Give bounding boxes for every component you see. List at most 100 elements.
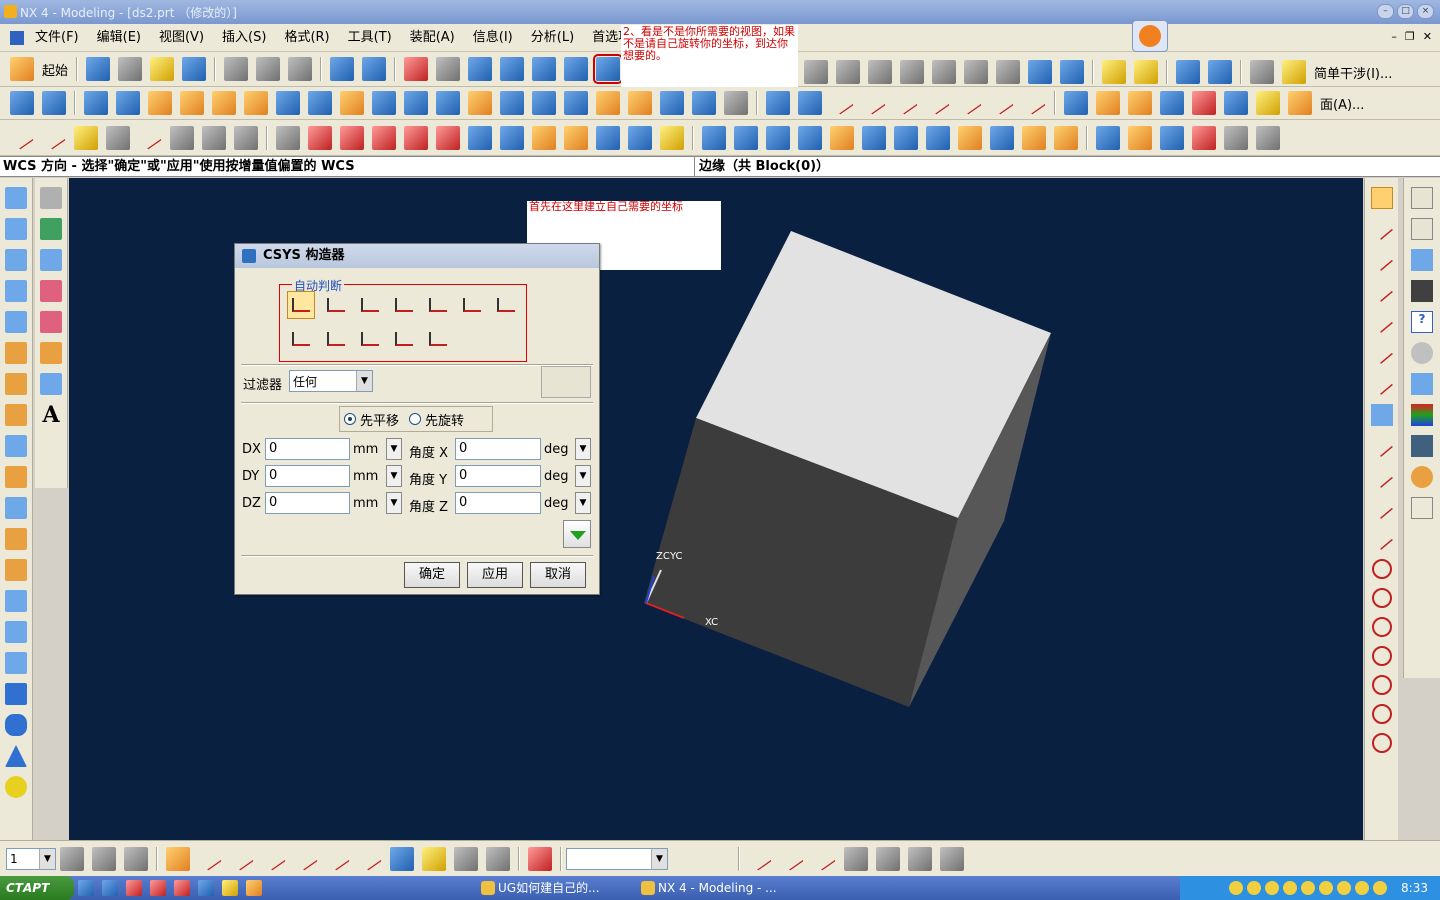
surface-icon[interactable] <box>900 60 924 84</box>
doc-minimize-icon[interactable]: – <box>1391 30 1397 43</box>
sphere-primitive-icon[interactable] <box>5 776 27 798</box>
angle-icon[interactable] <box>932 60 956 84</box>
feature-icon-9[interactable] <box>276 91 300 115</box>
menu-view[interactable]: 视图(V) <box>150 27 213 49</box>
freeform-icon-3[interactable] <box>766 125 790 150</box>
curve-icon-5[interactable] <box>894 91 918 115</box>
right-line-icon-10[interactable] <box>1370 528 1393 550</box>
feature-icon-11[interactable] <box>340 91 364 115</box>
part-navigator-icon[interactable] <box>1411 218 1433 240</box>
inferred-csys-icon[interactable] <box>287 291 315 319</box>
dz-input[interactable]: 0 <box>265 492 350 514</box>
feature-icon-6[interactable] <box>180 91 204 115</box>
feature-icon-19[interactable] <box>596 91 620 115</box>
feature-icon-22[interactable] <box>692 91 716 115</box>
clip-icon[interactable] <box>1282 60 1306 84</box>
feature-icon-4[interactable] <box>116 91 140 115</box>
doc-restore-icon[interactable]: ❐ <box>1405 30 1415 43</box>
tray-icon-7[interactable] <box>1337 881 1352 895</box>
wcs-change-x-icon[interactable] <box>294 846 318 871</box>
feature-icon-12[interactable] <box>372 91 396 115</box>
right-circle-icon-5[interactable] <box>1371 675 1392 695</box>
undo-icon[interactable] <box>288 57 313 81</box>
left2-tool-icon-4[interactable] <box>40 280 62 302</box>
quicklaunch-ie-icon[interactable] <box>78 880 94 896</box>
left-tool-icon-16[interactable] <box>5 652 27 674</box>
left-tool-icon-12[interactable] <box>5 528 27 550</box>
training-icon[interactable] <box>1411 280 1433 302</box>
wcs-save-icon[interactable] <box>390 846 414 871</box>
angle-z-dropdown-icon[interactable]: ▼ <box>575 492 591 514</box>
left-tool-icon-7[interactable] <box>5 373 27 395</box>
right-line-icon-7[interactable] <box>1370 435 1393 457</box>
curve-op-icon-8[interactable] <box>532 125 556 150</box>
surface-op-icon-4[interactable] <box>1160 91 1184 115</box>
roles-icon[interactable] <box>1411 466 1433 488</box>
left-tool-icon-10[interactable] <box>5 466 27 488</box>
curve-op-icon-11[interactable] <box>628 125 652 150</box>
surface-op-icon-2[interactable] <box>1096 91 1120 115</box>
shape-icon[interactable] <box>868 60 892 84</box>
right-line-icon-3[interactable] <box>1370 280 1393 302</box>
rotate-first-radio[interactable]: 先旋转 <box>409 410 464 429</box>
curve-icon-3[interactable] <box>830 91 854 115</box>
snap-existing-point-icon[interactable] <box>940 846 964 871</box>
pan-icon[interactable] <box>564 57 589 81</box>
translate-first-radio[interactable]: 先平移 <box>344 410 399 429</box>
start-menu-button[interactable]: СТАРТ <box>0 876 74 900</box>
minimize-icon[interactable]: – <box>1377 4 1394 19</box>
save-icon[interactable] <box>182 57 207 81</box>
absolute-csys-icon[interactable] <box>356 325 384 353</box>
assembly-icon[interactable] <box>1176 60 1200 84</box>
snap-quadrant-icon[interactable] <box>908 846 932 871</box>
surface-op-icon-1[interactable] <box>1064 91 1088 115</box>
left-tool-icon-11[interactable] <box>5 497 27 519</box>
web-browser-icon[interactable] <box>1411 249 1433 271</box>
wcs-orient-icon[interactable] <box>593 54 624 84</box>
snap-end-icon[interactable] <box>748 846 772 871</box>
curve-op-icon-7[interactable] <box>500 125 524 150</box>
tray-icon-2[interactable] <box>1247 881 1262 895</box>
freeform-icon-6[interactable] <box>862 125 886 150</box>
freeform-icon-8[interactable] <box>926 125 950 150</box>
help-orb-button[interactable] <box>1132 20 1168 52</box>
angle-x-dropdown-icon[interactable]: ▼ <box>575 438 591 460</box>
layer-settings-icon[interactable] <box>60 846 84 871</box>
quicklaunch-desktop-icon[interactable] <box>102 880 118 896</box>
right-circle-icon-4[interactable] <box>1371 646 1392 666</box>
wcs-change-y-icon[interactable] <box>326 846 350 871</box>
cone-primitive-icon[interactable] <box>5 745 27 767</box>
close-icon[interactable]: × <box>1417 4 1434 19</box>
feature-icon-2[interactable] <box>42 91 66 115</box>
three-plane-cube-icon[interactable] <box>322 325 350 353</box>
quicklaunch-app-icon-5[interactable] <box>222 880 238 896</box>
polygon-icon[interactable] <box>234 125 258 150</box>
copy-icon[interactable] <box>224 57 249 81</box>
cylinder-primitive-icon[interactable] <box>5 714 27 736</box>
right-circle-icon-1[interactable] <box>1371 559 1392 579</box>
left-tool-icon-8[interactable] <box>5 404 27 426</box>
assembly-navigator-icon[interactable] <box>1411 187 1433 209</box>
left-tool-icon-13[interactable] <box>5 559 27 581</box>
surface-op-icon-7[interactable] <box>1256 91 1280 115</box>
freeform-icon-16[interactable] <box>1192 125 1216 150</box>
left-tool-icon-6[interactable] <box>5 342 27 364</box>
snap-intersection-icon[interactable] <box>844 846 868 871</box>
snap-icon[interactable] <box>330 57 355 81</box>
feature-icon-13[interactable] <box>404 91 428 115</box>
surface-op-icon-5[interactable] <box>1192 91 1216 115</box>
feature-icon-20[interactable] <box>628 91 652 115</box>
arc-icon[interactable] <box>42 125 66 150</box>
tray-icon-4[interactable] <box>1283 881 1298 895</box>
feature-icon-5[interactable] <box>148 91 172 115</box>
menu-file[interactable]: 文件(F) <box>26 27 88 49</box>
menu-analysis[interactable]: 分析(L) <box>522 27 583 49</box>
block-icon[interactable] <box>964 60 988 84</box>
current-view-csys-icon[interactable] <box>390 325 418 353</box>
selection-filter-select[interactable]: ▼ <box>566 847 668 870</box>
right-line-icon-5[interactable] <box>1370 342 1393 364</box>
new-window-icon[interactable] <box>86 57 111 81</box>
filter-select[interactable]: 任何 ▼ <box>289 370 373 392</box>
taskbar-item-nx[interactable]: NX 4 - Modeling - ... <box>638 878 788 898</box>
menu-tools[interactable]: 工具(T) <box>339 27 401 49</box>
